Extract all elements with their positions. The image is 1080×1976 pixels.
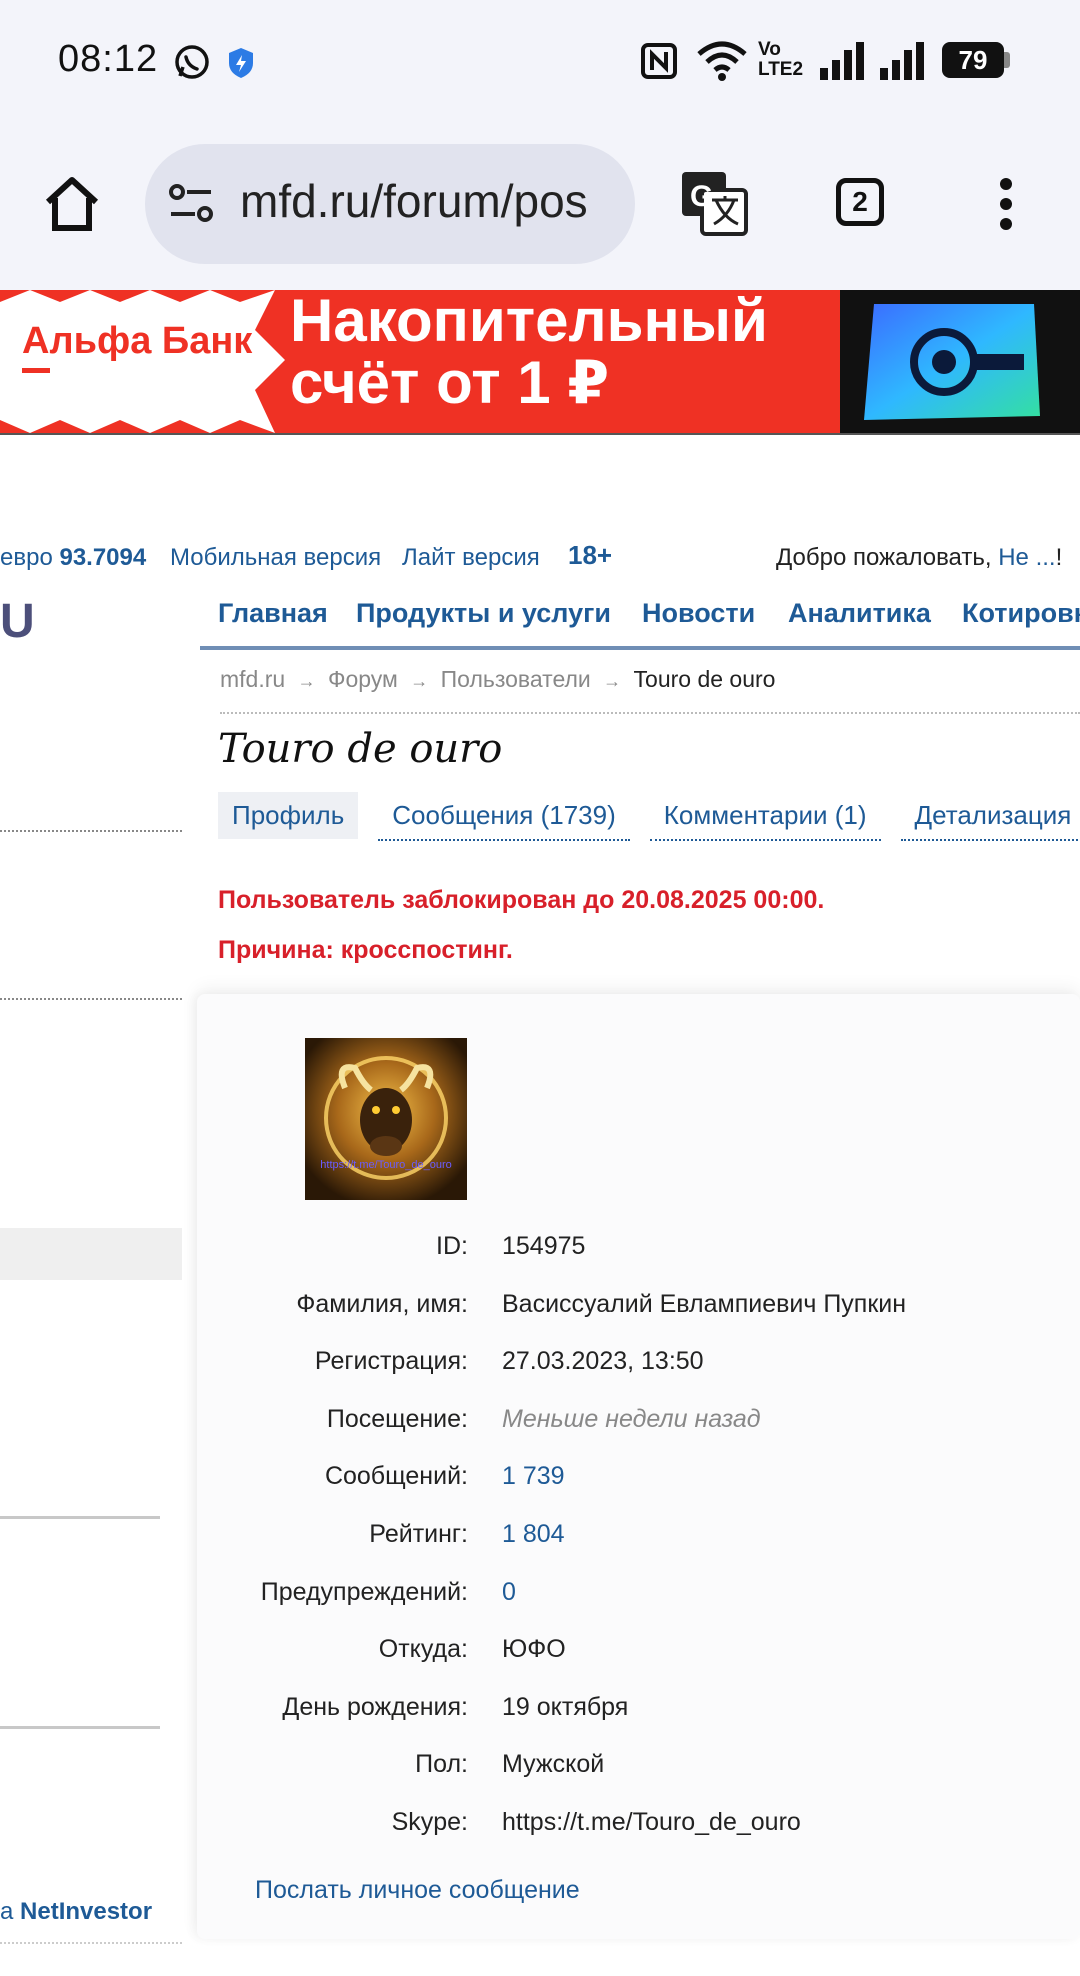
field-registration-label: Регистрация: <box>314 1347 468 1375</box>
page-title: Touro de ouro <box>218 726 503 772</box>
left-divider-3 <box>0 1516 160 1519</box>
avatar-caption: https://t.me/Touro_de_ouro <box>320 1159 451 1171</box>
banner-image <box>840 290 1080 433</box>
field-warnings-value[interactable]: 0 <box>502 1578 516 1607</box>
banner-brand-underline <box>22 368 50 373</box>
field-messages-label: Сообщений: <box>324 1462 468 1490</box>
address-bar[interactable]: mfd.ru/forum/pos <box>145 144 635 264</box>
breadcrumb-separator: → <box>410 671 429 691</box>
profile-tabs: Профиль Сообщения (1739) Комментарии (1) Де… <box>218 792 1080 841</box>
volte-label: Vo LTE2 <box>758 39 804 80</box>
signal-strength-icon <box>820 42 864 80</box>
field-messages-value[interactable]: 1 739 <box>502 1462 565 1491</box>
url-text[interactable]: mfd.ru/forum/pos <box>240 174 620 228</box>
login-link[interactable]: Не ... <box>998 544 1055 571</box>
left-divider-4 <box>0 1726 160 1729</box>
left-divider-5 <box>0 1942 182 1944</box>
currency-value: 93.7094 <box>59 544 147 571</box>
battery-level: 79 <box>958 45 988 75</box>
battery-icon: 79 <box>942 42 1004 78</box>
tab-profile[interactable]: Профиль <box>218 792 359 839</box>
user-avatar: https://t.me/Touro_de_ouro <box>305 1038 467 1200</box>
field-skype-value: https://t.me/Touro_de_ouro <box>502 1808 801 1836</box>
field-registration-value: 27.03.2023, 13:50 <box>502 1347 704 1375</box>
breadcrumb-divider <box>220 712 1080 714</box>
field-location-value: ЮФО <box>502 1635 566 1663</box>
security-shield-icon <box>229 48 253 78</box>
tab-switcher-button[interactable]: 2 <box>836 178 884 226</box>
breadcrumb-item-users[interactable]: Пользователи <box>441 666 591 692</box>
mobile-version-link[interactable]: Мобильная версия <box>170 544 381 572</box>
welcome-text: Добро пожаловать, Не ...! <box>776 544 1063 571</box>
banner-brand: Альфа Банк <box>22 320 253 362</box>
nav-item-home[interactable]: Главная <box>218 598 328 629</box>
field-birthday-value: 19 октября <box>502 1693 629 1721</box>
left-bottom-link[interactable]: а NetInvestor <box>0 1898 152 1926</box>
tab-comments[interactable]: Комментарии (1) <box>649 792 881 841</box>
site-logo-fragment[interactable]: U <box>0 594 35 649</box>
wifi-icon <box>697 41 747 81</box>
field-id-value: 154975 <box>502 1232 586 1260</box>
battery-tip <box>1004 52 1010 68</box>
breadcrumb-item-current: Touro de ouro <box>633 666 776 692</box>
netinvestor-link[interactable]: NetInvestor <box>20 1898 152 1925</box>
breadcrumb-item-home[interactable]: mfd.ru <box>220 666 285 692</box>
field-location-label: Откуда: <box>378 1635 468 1663</box>
banner-card-illustration <box>864 304 1040 420</box>
more-options-icon[interactable] <box>996 176 1016 232</box>
signal-strength-icon-2 <box>880 42 924 80</box>
field-visit-label: Посещение: <box>326 1405 468 1433</box>
banner-line-2: счёт от 1 ₽ <box>290 349 610 416</box>
breadcrumb-separator: → <box>603 671 622 691</box>
field-birthday-label: День рождения: <box>282 1693 468 1721</box>
tab-messages[interactable]: Сообщения (1739) <box>378 792 630 841</box>
field-name-label: Фамилия, имя: <box>296 1290 468 1318</box>
svg-text:G: G <box>690 180 713 213</box>
site-settings-icon[interactable] <box>167 182 217 226</box>
tab-details[interactable]: Детализация ре <box>900 792 1080 841</box>
ban-notice: Пользователь заблокирован до 20.08.2025 … <box>218 886 825 914</box>
ad-banner[interactable]: Альфа Банк Накопительный счёт от 1 ₽ <box>0 290 1080 433</box>
left-divider <box>0 830 182 832</box>
field-rating-label: Рейтинг: <box>369 1520 468 1548</box>
banner-bottom-border <box>0 433 1080 435</box>
currency-label: евро <box>0 544 53 571</box>
nav-item-analytics[interactable]: Аналитика <box>788 598 931 629</box>
status-bar: 08:12 Vo LTE2 79 <box>0 0 1080 120</box>
age-rating: 18+ <box>568 540 613 570</box>
translate-icon[interactable]: G <box>680 170 748 238</box>
lite-version-link[interactable]: Лайт версия <box>402 544 540 572</box>
field-skype-label: Skype: <box>391 1808 468 1836</box>
field-warnings-label: Предупреждений: <box>260 1578 468 1606</box>
field-name-value: Васиссуалий Евлампиевич Пупкин <box>502 1290 907 1318</box>
site-topline: евро 93.7094 Мобильная версия Лайт верси… <box>0 540 1080 576</box>
banner-headline: Накопительный счёт от 1 ₽ <box>290 290 768 414</box>
send-private-message-link[interactable]: Послать личное сообщение <box>255 1876 580 1905</box>
nfc-icon <box>641 43 677 79</box>
field-id-label: ID: <box>436 1232 468 1260</box>
main-nav: Главная Продукты и услуги Новости Аналит… <box>200 598 1080 646</box>
field-gender-label: Пол: <box>415 1750 468 1778</box>
left-divider-2 <box>0 998 182 1000</box>
tab-count: 2 <box>852 186 868 217</box>
nav-underline <box>200 646 1080 650</box>
status-time: 08:12 <box>58 38 159 80</box>
banner-line-1: Накопительный <box>290 290 768 354</box>
home-icon[interactable] <box>42 174 102 234</box>
currency-rate: евро 93.7094 <box>0 544 146 572</box>
left-highlight-block <box>0 1228 182 1280</box>
whatsapp-icon <box>175 45 209 79</box>
nav-item-products[interactable]: Продукты и услуги <box>356 598 611 629</box>
breadcrumb-item-forum[interactable]: Форум <box>328 666 398 692</box>
field-visit-value: Меньше недели назад <box>502 1405 761 1433</box>
ban-reason: Причина: кросспостинг. <box>218 936 513 964</box>
breadcrumb: mfd.ru → Форум → Пользователи → Touro de… <box>220 666 775 693</box>
browser-toolbar: mfd.ru/forum/pos G 2 <box>0 120 1080 290</box>
field-gender-value: Мужской <box>502 1750 605 1778</box>
nav-item-news[interactable]: Новости <box>642 598 755 629</box>
nav-item-quotes[interactable]: Котировк <box>962 598 1080 629</box>
breadcrumb-separator: → <box>297 671 316 691</box>
field-rating-value[interactable]: 1 804 <box>502 1520 565 1549</box>
